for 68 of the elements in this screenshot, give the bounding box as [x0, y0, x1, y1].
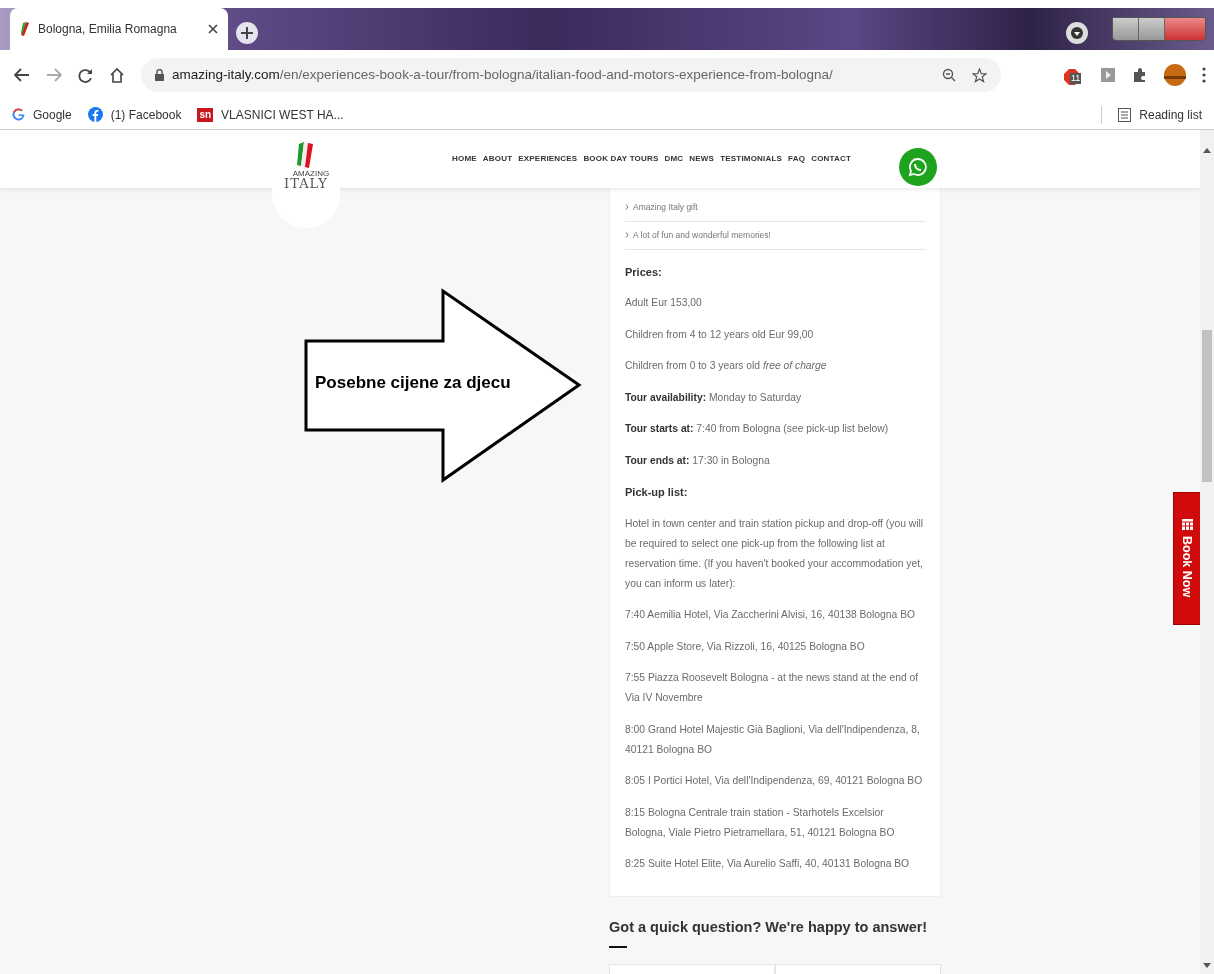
scroll-down-icon[interactable]: [1203, 963, 1211, 968]
paragraph: 8:05 I Portici Hotel, Via dell'Indipendenza, 69, 40121 Bologna BO: [625, 774, 924, 788]
home-icon[interactable]: [109, 67, 125, 83]
section-heading: Got a quick question? We're happy to answer!: [609, 918, 929, 936]
close-icon[interactable]: [208, 24, 218, 34]
facebook-icon: [87, 107, 103, 122]
nav-link[interactable]: BOOK DAY TOURS: [583, 153, 659, 165]
restore-button[interactable]: [1139, 18, 1165, 40]
nav-link[interactable]: ABOUT: [482, 153, 513, 165]
nav-link[interactable]: NEWS: [689, 153, 715, 165]
paragraph: Adult Eur 153,00: [625, 296, 703, 310]
scrollbar-thumb[interactable]: [1202, 330, 1212, 482]
chevron-icon: [625, 204, 629, 211]
site-icon: sn: [197, 107, 214, 122]
back-arrow-icon[interactable]: [14, 68, 30, 82]
paragraph: 8:25 Suite Hotel Elite, Via Aurelio Saffi, 40, 40131 Bologna BO: [625, 857, 911, 871]
reading-list-button[interactable]: Reading list: [1101, 105, 1202, 124]
address-field[interactable]: amazing-italy.com/en/experiences-book-a-tour/from-bologna/italian-food-and-motors-experience-from-bologna/: [141, 58, 1001, 92]
extension-icon[interactable]: [1100, 67, 1116, 83]
list-item-text: Amazing Italy gift: [633, 201, 698, 214]
bookmark-link[interactable]: (1) Facebook: [87, 105, 182, 124]
plus-icon: [241, 27, 253, 39]
avatar-icon[interactable]: [1164, 64, 1186, 86]
calendar-icon: [1181, 519, 1193, 531]
nav-link[interactable]: DMC: [664, 153, 684, 165]
flag-drawing: [296, 142, 316, 168]
zoom-icon[interactable]: [942, 67, 956, 82]
reload-icon[interactable]: [78, 67, 93, 83]
adblock-extension-button[interactable]: 11: [1064, 64, 1084, 86]
google-icon: [12, 108, 25, 121]
minimize-button[interactable]: [1113, 18, 1139, 40]
paragraph: 7:50 Apple Store, Via Rizzoli, 16, 40125 Bologna BO: [625, 639, 866, 654]
browser-tab[interactable]: Bologna, Emilia Romagna: [10, 8, 228, 50]
bookmark-link[interactable]: Google: [12, 105, 72, 124]
profile-menu-icon[interactable]: [1066, 22, 1088, 44]
paragraph: Hotel in town center and train station pickup and drop-off (you will be required to select one pick-up from the following list at reservation time. (If you haven't booked your accommodation yet, you can inform us later):: [625, 516, 924, 591]
paragraph: 8:00 Grand Hotel Majestic Già Baglioni, Via dell'Indipendenza, 8, 40121 Bologna BO: [625, 722, 921, 757]
nav-link[interactable]: CONTACT: [811, 153, 852, 165]
site-favicon-icon: [20, 21, 30, 37]
paragraph: 8:15 Bologna Centrale train station - Starhotels Excelsior Bologna, Viale Pietro Pietramellara, 51, 40121 Bologna BO: [625, 805, 896, 840]
paragraph: Tour availability: Monday to Saturday: [625, 390, 803, 405]
section-heading: Prices:: [625, 264, 663, 280]
puzzle-icon[interactable]: [1132, 67, 1148, 83]
annotation-text: Posebne cijene za djecu: [315, 372, 511, 394]
chat-bubble-icon: [908, 157, 928, 177]
list-icon: [1118, 107, 1132, 122]
extension-badge: 11: [1070, 73, 1082, 84]
book-now-button[interactable]: Book Now: [1173, 492, 1200, 625]
nav-link[interactable]: EXPERIENCES: [518, 153, 578, 165]
chevron-icon: [625, 232, 629, 239]
heading-underline: [609, 945, 627, 948]
list-item-text: A lot of fun and wonderful memories!: [633, 228, 771, 242]
section-heading: Pick-up list:: [625, 485, 689, 500]
paragraph: Children from 0 to 3 years old free of charge: [625, 359, 828, 373]
paragraph: Children from 4 to 12 years old Eur 99,00: [625, 327, 815, 342]
nav-link[interactable]: FAQ: [788, 153, 806, 165]
new-tab-button[interactable]: [236, 22, 258, 44]
paragraph: Tour ends at: 17:30 in Bologna: [625, 453, 771, 468]
nav-link[interactable]: TESTIMONIALS: [720, 153, 783, 165]
menu-icon[interactable]: [1202, 67, 1206, 83]
nav-link[interactable]: HOME: [452, 153, 477, 165]
paragraph: Tour starts at: 7:40 from Bologna (see pick-up list below): [625, 422, 890, 436]
paragraph: 7:40 Aemilia Hotel, Via Zaccherini Alvisi, 16, 40138 Bologna BO: [625, 608, 916, 622]
scroll-up-icon[interactable]: [1203, 148, 1211, 153]
bookmark-link[interactable]: sn VLASNICI WEST HA...: [197, 105, 344, 124]
lock-icon: [155, 69, 164, 81]
star-icon[interactable]: [972, 67, 987, 83]
paragraph: 7:55 Piazza Roosevelt Bologna - at the news stand at the end of Via IV Novembre: [625, 671, 920, 705]
